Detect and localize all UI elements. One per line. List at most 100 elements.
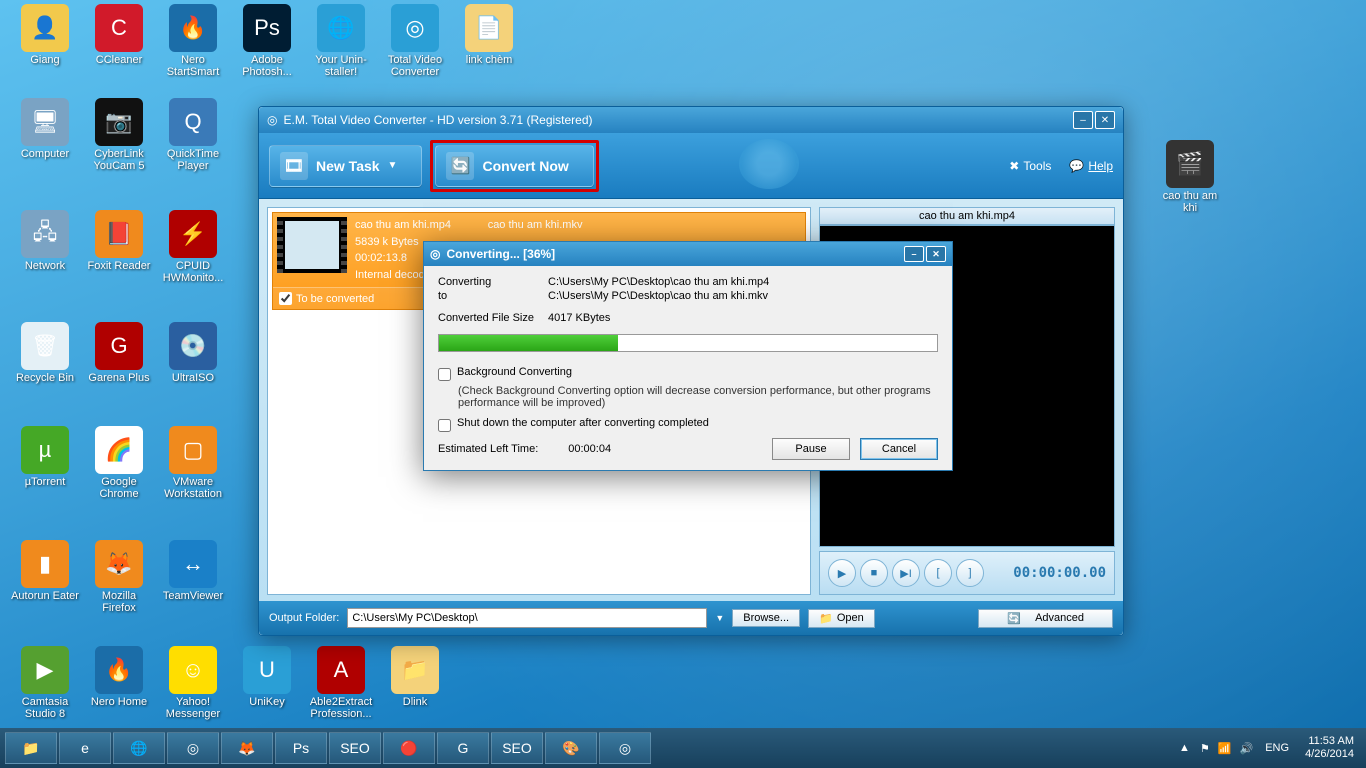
desktop-icon[interactable]: GGarena Plus [84,322,154,384]
taskbar-clock[interactable]: 11:53 AM 4/26/2014 [1297,735,1362,761]
window-title: E.M. Total Video Converter - HD version … [283,113,592,127]
toolbar-links: ✖Tools 💬Help [1009,159,1113,173]
dialog-minimize-button[interactable]: – [904,246,924,262]
desktop-icon[interactable]: 🔥Nero Home [84,646,154,708]
clock-date: 4/26/2014 [1305,748,1354,761]
icon-glyph: 📁 [391,646,439,694]
icon-glyph: 📄 [465,4,513,52]
icon-glyph: U [243,646,291,694]
desktop-icon[interactable]: 🦊Mozilla Firefox [84,540,154,614]
minimize-button[interactable]: – [1073,111,1093,129]
desktop-icon[interactable]: 🖥Computer [10,98,80,160]
tray-up-icon[interactable]: ▲ [1179,742,1190,754]
taskbar-item[interactable]: 📁 [5,732,57,764]
desktop-icon[interactable]: 📕 Foxit Reader [84,210,154,272]
icon-label: µTorrent [25,476,66,488]
taskbar-item[interactable]: ◎ [599,732,651,764]
icon-glyph: 📕 [95,210,143,258]
convert-now-button[interactable]: 🔄 Convert Now [435,145,593,187]
desktop-icon[interactable]: ⚡CPUID HWMonito... [158,210,228,284]
desktop-icon[interactable]: ◎Total Video Converter [380,4,450,78]
desktop-icon[interactable]: 📄link chèm [454,4,524,66]
icon-label: cao thu am khi [1155,190,1225,214]
taskbar-item[interactable]: G [437,732,489,764]
taskbar-item[interactable]: SEO [491,732,543,764]
close-button[interactable]: ✕ [1095,111,1115,129]
desktop-icon[interactable]: 🎬cao thu am khi [1155,140,1225,214]
desktop-icon[interactable]: 🔥Nero StartSmart [158,4,228,78]
tray-volume-icon[interactable]: 🔊 [1240,742,1254,755]
desktop-icon[interactable]: UUniKey [232,646,302,708]
desktop-icon[interactable]: 👤Giang [10,4,80,66]
desktop-icon[interactable]: 🌐Your Unin-staller! [306,4,376,78]
taskbar-item[interactable]: SEO [329,732,381,764]
background-converting-label: Background Converting [457,366,572,378]
dialog-titlebar[interactable]: ◎ Converting... [36%] – ✕ [424,242,952,266]
taskbar-item[interactable]: 🔴 [383,732,435,764]
mark-out-button[interactable]: ] [956,559,984,587]
background-converting-checkbox[interactable] [438,368,451,381]
desktop-icon[interactable]: 📁Dlink [380,646,450,708]
language-indicator[interactable]: ENG [1265,742,1289,754]
main-toolbar: 🎞 New Task ▼ 🔄 Convert Now ✖Tools 💬Help [259,133,1123,199]
desktop-icon[interactable]: PsAdobe Photosh... [232,4,302,78]
icon-glyph: 💿 [169,322,217,370]
stop-button[interactable]: ■ [860,559,888,587]
taskbar-item[interactable]: e [59,732,111,764]
output-folder-input[interactable] [347,608,707,628]
desktop-icon[interactable]: ▢VMware Workstation [158,426,228,500]
dialog-title: Converting... [36%] [446,247,555,261]
window-titlebar[interactable]: ◎ E.M. Total Video Converter - HD versio… [259,107,1123,133]
filesize-label: Converted File Size [438,312,548,324]
taskbar-item[interactable]: 🌐 [113,732,165,764]
pause-button[interactable]: Pause [772,438,850,460]
taskbar-item[interactable]: 🎨 [545,732,597,764]
cancel-button[interactable]: Cancel [860,438,938,460]
icon-glyph: 🗑 [21,322,69,370]
desktop-icon[interactable]: AAble2Extract Profession... [306,646,376,720]
taskbar-item[interactable]: Ps [275,732,327,764]
desktop-icon[interactable]: ☺Yahoo! Messenger [158,646,228,720]
tray-network-icon[interactable]: 📶 [1218,742,1232,755]
taskbar-item[interactable]: 🦊 [221,732,273,764]
new-task-button[interactable]: 🎞 New Task ▼ [269,145,422,187]
new-task-icon: 🎞 [280,152,308,180]
tools-link[interactable]: ✖Tools [1009,159,1051,173]
desktop-icon[interactable]: ▶Camtasia Studio 8 [10,646,80,720]
icon-glyph: 🌈 [95,426,143,474]
advanced-button[interactable]: 🔄 Advanced [978,609,1113,628]
help-link[interactable]: 💬Help [1069,159,1113,173]
icon-glyph: 🖥 [21,98,69,146]
folder-icon: 📁 [819,612,833,625]
taskbar-item[interactable]: ◎ [167,732,219,764]
converting-path: C:\Users\My PC\Desktop\cao thu am khi.mp… [548,276,938,288]
to-path: C:\Users\My PC\Desktop\cao thu am khi.mk… [548,290,938,302]
desktop-icon[interactable]: 💿UltraISO [158,322,228,384]
next-button[interactable]: ▶I [892,559,920,587]
dialog-close-button[interactable]: ✕ [926,246,946,262]
desktop-icon[interactable]: 📷CyberLink YouCam 5 [84,98,154,172]
desktop-icon[interactable]: ▮Autorun Eater [10,540,80,602]
play-button[interactable]: ▶ [828,559,856,587]
chevron-down-icon[interactable]: ▼ [715,613,724,623]
to-convert-checkbox[interactable] [279,292,292,305]
file-thumbnail [277,217,347,273]
desktop-icon[interactable]: 🖧Network [10,210,80,272]
to-convert-label: To be converted [296,293,374,305]
icon-label: Foxit Reader [88,260,151,272]
icon-glyph: ↔ [169,540,217,588]
open-button[interactable]: 📁Open [808,609,875,628]
tray-flag-icon[interactable]: ⚑ [1200,742,1210,755]
mark-in-button[interactable]: [ [924,559,952,587]
progress-fill [439,335,618,351]
desktop-icon[interactable]: CCCleaner [84,4,154,66]
browse-button[interactable]: Browse... [732,609,800,627]
icon-label: Total Video Converter [380,54,450,78]
desktop-icon[interactable]: QQuickTime Player [158,98,228,172]
desktop-icon[interactable]: µµTorrent [10,426,80,488]
desktop-icon[interactable]: 🗑Recycle Bin [10,322,80,384]
shutdown-checkbox[interactable] [438,419,451,432]
desktop-icon[interactable]: 🌈Google Chrome [84,426,154,500]
icon-label: Giang [30,54,59,66]
desktop-icon[interactable]: ↔TeamViewer [158,540,228,602]
